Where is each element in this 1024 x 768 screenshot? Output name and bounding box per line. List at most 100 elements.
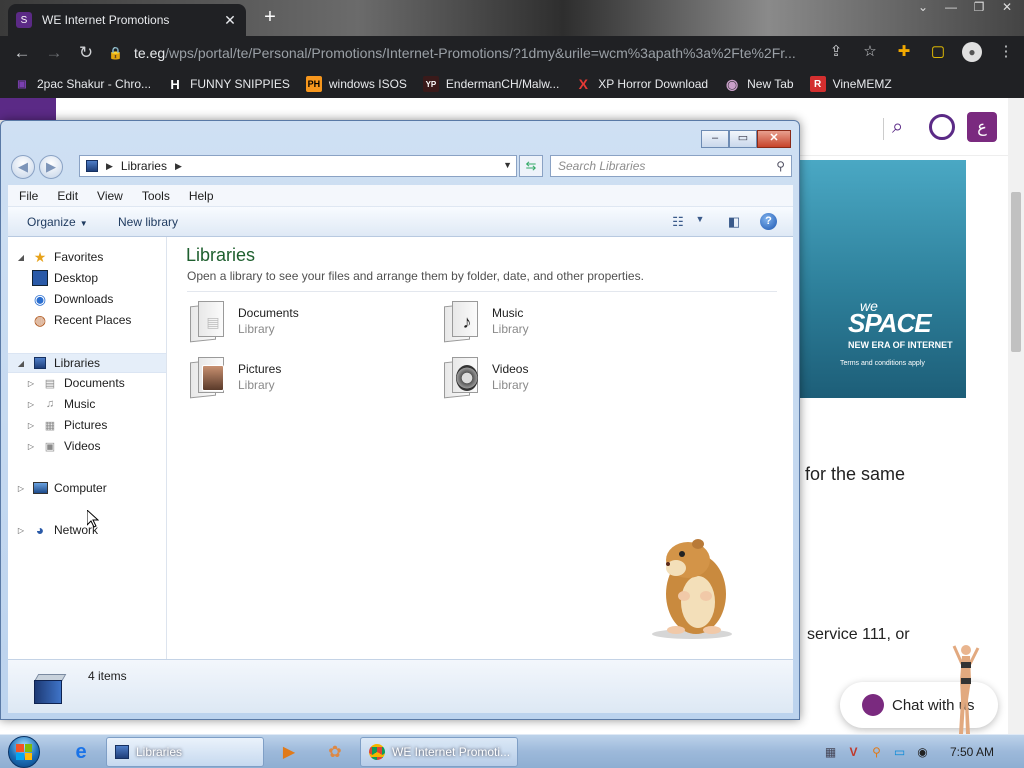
nav-pictures[interactable]: ▷ ▦ Pictures	[26, 417, 107, 433]
close-icon[interactable]: ✕	[996, 0, 1018, 20]
display-icon[interactable]: ▭	[891, 744, 908, 761]
reload-icon[interactable]: ↻	[76, 43, 96, 63]
bookmark-item[interactable]: H FUNNY SNIPPIES	[167, 76, 290, 92]
bookmark-item[interactable]: X XP Horror Download	[575, 76, 709, 92]
preview-pane-icon[interactable]: ◧	[726, 214, 742, 230]
volume-icon[interactable]: ◉	[914, 744, 931, 761]
collapse-arrow-icon[interactable]: ◢	[16, 359, 26, 368]
help-icon[interactable]: ?	[760, 213, 777, 230]
lock-icon[interactable]: 🔒	[108, 46, 124, 60]
expand-arrow-icon[interactable]: ▷	[16, 526, 26, 535]
nav-label: Desktop	[54, 271, 99, 285]
back-arrow-icon[interactable]: ←	[12, 43, 32, 63]
breadcrumb-arrow-icon[interactable]: ▶	[106, 161, 113, 172]
organize-button[interactable]: Organize ▼	[27, 215, 88, 229]
menu-view[interactable]: View	[97, 189, 123, 203]
menu-dots-icon[interactable]: ⋮	[996, 42, 1016, 62]
nav-favorites[interactable]: ◢ ★ Favorites	[16, 249, 103, 265]
page-scrollbar[interactable]	[1008, 98, 1024, 734]
site-menu-button[interactable]	[0, 98, 56, 120]
tab-close-icon[interactable]: ✕	[222, 12, 238, 29]
bookmark-item[interactable]: YP EndermanCH/Malw...	[422, 76, 559, 92]
forward-arrow-icon[interactable]: →	[44, 43, 64, 63]
refresh-button[interactable]: ⇆	[519, 155, 543, 177]
internet-explorer-icon[interactable]: e	[60, 737, 102, 767]
bookmark-item[interactable]: PH windows ISOS	[305, 76, 407, 92]
search-icon[interactable]: ⚲	[776, 156, 785, 176]
nav-libraries[interactable]: ◢ Libraries	[8, 353, 166, 373]
library-item-documents[interactable]: ▤ Documents Library	[188, 297, 428, 345]
expand-arrow-icon[interactable]: ▷	[26, 442, 36, 451]
address-bar[interactable]: 🔒 te.eg /wps/portal/te/Personal/Promotio…	[108, 40, 888, 66]
nav-music[interactable]: ▷ ♫ Music	[26, 396, 95, 412]
promo-banner[interactable]: we SPACE NEW ERA OF INTERNET Terms and c…	[800, 160, 966, 398]
nav-videos[interactable]: ▷ ▣ Videos	[26, 438, 101, 454]
forward-button[interactable]: ▶	[39, 155, 63, 179]
bookmark-item[interactable]: ▣ 2pac Shakur - Chro...	[14, 76, 151, 92]
media-player-icon[interactable]: ▶	[268, 737, 310, 767]
nav-desktop[interactable]: Desktop	[32, 270, 98, 286]
chevron-down-icon[interactable]: ▼	[692, 214, 708, 230]
extensions-puzzle-icon[interactable]: ✚	[894, 42, 914, 62]
taskbar-libraries-button[interactable]: Libraries	[106, 737, 264, 767]
back-button[interactable]: ◀	[11, 155, 35, 179]
start-button[interactable]	[6, 735, 46, 768]
menu-edit[interactable]: Edit	[57, 189, 78, 203]
taskbar-clock[interactable]: 7:50 AM	[950, 745, 994, 759]
tray-settings-icon[interactable]: ▦	[822, 744, 839, 761]
address-dropdown-icon[interactable]: ▼	[503, 160, 512, 170]
breadcrumb-arrow-icon[interactable]: ▶	[175, 161, 182, 172]
nav-computer[interactable]: ▷ Computer	[16, 480, 107, 496]
restore-icon[interactable]: ❐	[968, 0, 990, 20]
search-input[interactable]: Search Libraries ⚲	[550, 155, 792, 177]
side-panel-icon[interactable]: ▢	[928, 42, 948, 62]
nav-network[interactable]: ▷ ◕ Network	[16, 522, 98, 538]
nav-documents[interactable]: ▷ ▤ Documents	[26, 375, 125, 391]
library-item-music[interactable]: ♪ Music Library	[442, 297, 682, 345]
minimize-button[interactable]: –	[701, 130, 729, 148]
change-view-icon[interactable]: ☷	[670, 214, 686, 230]
breadcrumb-libraries[interactable]: Libraries	[121, 159, 167, 173]
chevron-down-icon: ▼	[79, 219, 88, 228]
close-button[interactable]: ✕	[757, 130, 791, 148]
expand-arrow-icon[interactable]: ▷	[26, 400, 36, 409]
bookmark-favicon-icon: YP	[422, 76, 439, 92]
browser-tab-active[interactable]: S WE Internet Promotions ✕	[8, 4, 246, 36]
maximize-button[interactable]: ▭	[729, 130, 757, 148]
collapse-arrow-icon[interactable]: ◢	[16, 253, 26, 262]
antivirus-icon[interactable]: V	[845, 744, 862, 761]
library-item-videos[interactable]: Videos Library	[442, 353, 682, 401]
menu-file[interactable]: File	[19, 189, 38, 203]
browser-tab-strip: S WE Internet Promotions ✕ + ⌄ — ❐ ✕	[0, 0, 1024, 36]
bookmark-item[interactable]: ◉ New Tab	[724, 76, 794, 92]
paint-icon[interactable]: ✿	[314, 737, 356, 767]
chevron-down-icon[interactable]: ⌄	[912, 0, 934, 20]
bookmark-item[interactable]: R VineMEMZ	[809, 76, 892, 92]
address-bar[interactable]: ▶ Libraries ▶ ▼	[79, 155, 517, 177]
profile-avatar-icon[interactable]: ●	[962, 42, 982, 62]
nav-downloads[interactable]: ◉ Downloads	[32, 291, 113, 307]
browser-toolbar: ← → ↻ 🔒 te.eg /wps/portal/te/Personal/Pr…	[0, 36, 1024, 70]
nav-recent-places[interactable]: ◍ Recent Places	[32, 312, 131, 328]
expand-arrow-icon[interactable]: ▷	[26, 421, 36, 430]
nav-label: Pictures	[64, 418, 108, 432]
language-toggle-button[interactable]: ع	[967, 112, 997, 142]
taskbar-chrome-button[interactable]: WE Internet Promoti...	[360, 737, 518, 767]
expand-arrow-icon[interactable]: ▷	[16, 484, 26, 493]
library-item-pictures[interactable]: Pictures Library	[188, 353, 428, 401]
new-tab-button[interactable]: +	[258, 6, 282, 30]
menu-bar: File Edit View Tools Help	[8, 185, 793, 207]
new-library-button[interactable]: New library	[118, 215, 178, 229]
back-forward-group: ◀ ▶	[11, 154, 67, 180]
star-icon[interactable]: ☆	[860, 42, 880, 62]
search-icon[interactable]: ⌕	[892, 116, 903, 139]
minimize-icon[interactable]: —	[940, 0, 962, 20]
menu-tools[interactable]: Tools	[142, 189, 170, 203]
share-icon[interactable]: ⇪	[826, 42, 846, 62]
search-tray-icon[interactable]: ⚲	[868, 744, 885, 761]
expand-arrow-icon[interactable]: ▷	[26, 379, 36, 388]
scrollbar-thumb[interactable]	[1011, 192, 1021, 352]
bookmark-label: New Tab	[747, 77, 794, 91]
menu-help[interactable]: Help	[189, 189, 214, 203]
user-account-icon[interactable]	[929, 114, 955, 140]
